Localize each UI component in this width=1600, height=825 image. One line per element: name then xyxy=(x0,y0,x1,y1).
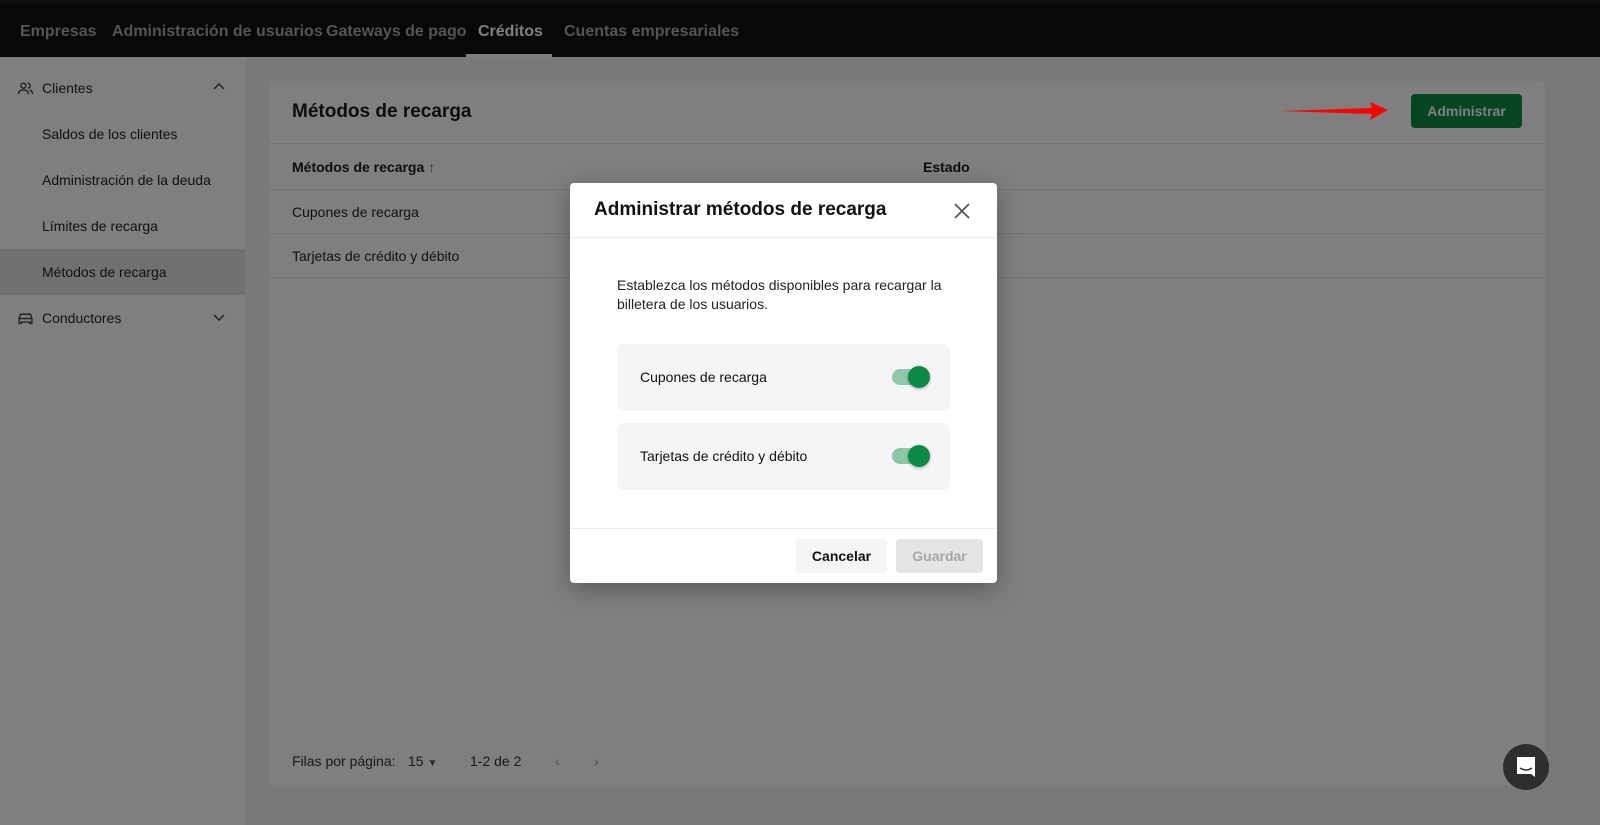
divider xyxy=(570,528,997,529)
modal-title: Administrar métodos de recarga xyxy=(594,199,887,220)
cancel-button[interactable]: Cancelar xyxy=(796,539,887,573)
manage-methods-modal: Administrar métodos de recarga Establezc… xyxy=(570,183,997,583)
save-button[interactable]: Guardar xyxy=(896,539,983,573)
toggle-knob xyxy=(908,366,930,388)
toggle-knob xyxy=(908,445,930,467)
cupones-toggle[interactable] xyxy=(892,366,930,388)
option-label: Tarjetas de crédito y débito xyxy=(640,448,808,464)
chat-icon xyxy=(1517,757,1535,777)
option-cupones: Cupones de recarga xyxy=(617,344,950,411)
tarjetas-toggle[interactable] xyxy=(892,445,930,467)
option-tarjetas: Tarjetas de crédito y débito xyxy=(617,423,950,490)
option-label: Cupones de recarga xyxy=(640,369,767,385)
annotation-arrow-icon xyxy=(1280,102,1388,120)
modal-description: Establezca los métodos disponibles para … xyxy=(617,277,942,312)
divider xyxy=(570,237,997,238)
close-icon[interactable] xyxy=(952,201,972,221)
chat-launcher-button[interactable] xyxy=(1503,744,1549,790)
